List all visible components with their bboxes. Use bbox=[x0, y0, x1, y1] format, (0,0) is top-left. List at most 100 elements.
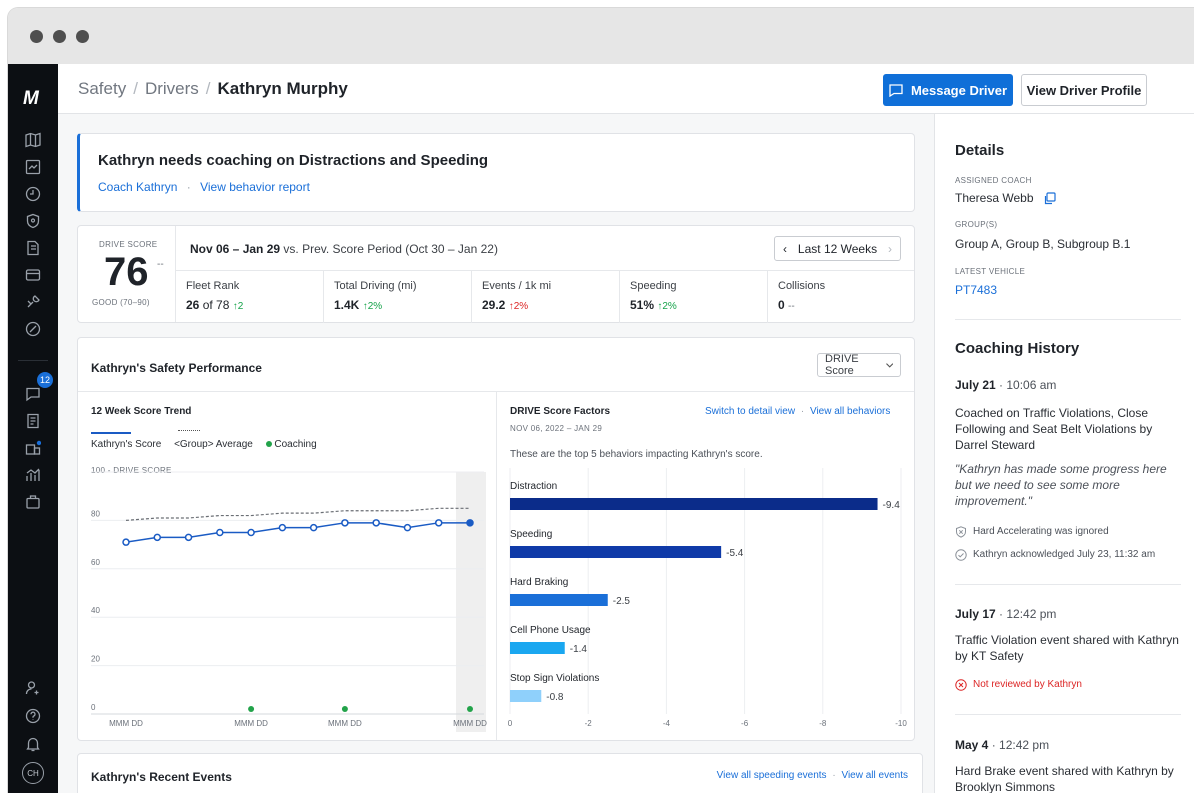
coach-kathryn-link[interactable]: Coach Kathryn bbox=[98, 180, 177, 194]
dashboard-icon[interactable] bbox=[8, 155, 58, 179]
latest-vehicle-link[interactable]: PT7483 bbox=[955, 283, 997, 297]
link-separator: · bbox=[186, 180, 191, 194]
factors-description: These are the top 5 behaviors impacting … bbox=[510, 449, 763, 460]
x-tick-label: MMM DD bbox=[234, 719, 268, 728]
card-icon[interactable] bbox=[8, 263, 58, 287]
drive-score-box: DRIVE SCORE 76 -- GOOD (70–90) bbox=[78, 226, 176, 322]
legend-average-line bbox=[178, 430, 200, 431]
history-status-not-reviewed: Not reviewed by Kathryn bbox=[973, 679, 1082, 690]
driver-score-point bbox=[341, 519, 349, 527]
history-entry-date: July 21 · 10:06 am bbox=[955, 378, 1056, 392]
drive-score-card: DRIVE SCORE 76 -- GOOD (70–90) Nov 06 – … bbox=[77, 225, 915, 323]
link-separator: · bbox=[832, 770, 836, 781]
tag-icon[interactable] bbox=[8, 317, 58, 341]
view-driver-profile-button[interactable]: View Driver Profile bbox=[1021, 74, 1147, 106]
y-tick-label: 40 bbox=[91, 606, 100, 615]
breadcrumb-drivers[interactable]: Drivers bbox=[145, 79, 199, 98]
metric-title: Total Driving (mi) bbox=[334, 280, 417, 292]
window-maximize-dot[interactable] bbox=[76, 30, 89, 43]
x-tick-label: MMM DD bbox=[453, 719, 487, 728]
history-date: July 21 bbox=[955, 378, 996, 392]
view-behavior-report-link[interactable]: View behavior report bbox=[200, 180, 310, 194]
notifications-icon[interactable] bbox=[8, 732, 58, 756]
history-note-ignored: Hard Accelerating was ignored bbox=[973, 526, 1109, 537]
help-icon[interactable] bbox=[8, 704, 58, 728]
view-speeding-events-link[interactable]: View all speeding events bbox=[717, 770, 827, 781]
history-entry-quote: "Kathryn has made some progress here but… bbox=[955, 462, 1167, 508]
bar-category-label: Distraction bbox=[510, 481, 557, 492]
highlight-week-band bbox=[456, 472, 486, 732]
view-all-events-link[interactable]: View all events bbox=[841, 770, 908, 781]
clock-icon[interactable] bbox=[8, 182, 58, 206]
x-tick-label: -8 bbox=[819, 719, 827, 728]
score-type-dropdown[interactable]: DRIVE Score bbox=[817, 353, 901, 377]
factor-bar bbox=[510, 498, 878, 510]
factors-date: NOV 06, 2022 – JAN 29 bbox=[510, 424, 603, 433]
user-settings-icon[interactable] bbox=[8, 676, 58, 700]
app-logo[interactable]: M bbox=[23, 88, 39, 110]
x-tick-label: -6 bbox=[741, 719, 749, 728]
bar-category-label: Stop Sign Violations bbox=[510, 673, 599, 684]
map-icon[interactable] bbox=[8, 128, 58, 152]
drive-score-delta: -- bbox=[157, 259, 164, 270]
x-tick-label: MMM DD bbox=[109, 719, 143, 728]
range-selector[interactable]: ‹ Last 12 Weeks › bbox=[774, 236, 901, 261]
app-window: M 12 CH Safety / Drivers / Kathryn Murphy Me… bbox=[8, 8, 1194, 793]
bar-value-label: -0.8 bbox=[546, 692, 564, 703]
group-average-line bbox=[125, 507, 470, 521]
x-tick-label: 0 bbox=[508, 719, 513, 728]
analytics-icon[interactable] bbox=[8, 463, 58, 487]
groups-value: Group A, Group B, Subgroup B.1 bbox=[955, 237, 1131, 251]
metric-collisions: Collisions 0 -- bbox=[768, 270, 914, 323]
factors-title: DRIVE Score Factors bbox=[510, 406, 611, 417]
breadcrumb-separator: / bbox=[133, 79, 138, 98]
tools-icon[interactable] bbox=[8, 290, 58, 314]
error-circle-icon bbox=[955, 679, 967, 691]
dropdown-value: DRIVE Score bbox=[825, 353, 859, 377]
avatar-initials: CH bbox=[22, 762, 44, 784]
fleet-icon[interactable] bbox=[8, 436, 58, 460]
messages-badge: 12 bbox=[37, 372, 53, 388]
x-tick-label: -4 bbox=[663, 719, 671, 728]
alert-title: Kathryn needs coaching on Distractions a… bbox=[98, 152, 489, 169]
coaching-history-title: Coaching History bbox=[955, 340, 1080, 357]
factor-bar bbox=[510, 642, 565, 654]
factor-bar bbox=[510, 690, 542, 702]
driver-score-point bbox=[434, 519, 443, 527]
view-all-behaviors-link[interactable]: View all behaviors bbox=[810, 406, 890, 417]
avatar[interactable]: CH bbox=[8, 761, 58, 785]
chevron-left-icon[interactable]: ‹ bbox=[783, 242, 787, 256]
window-close-dot[interactable] bbox=[30, 30, 43, 43]
bar-value-label: -1.4 bbox=[570, 644, 588, 655]
history-entry-date: July 17 · 12:42 pm bbox=[955, 607, 1056, 621]
history-entry-text: Coached on Traffic Violations, Close Fol… bbox=[955, 406, 1153, 452]
metric-value: 1.4K bbox=[334, 298, 360, 312]
bar-category-label: Cell Phone Usage bbox=[510, 625, 591, 636]
page-title: Kathryn Murphy bbox=[217, 79, 348, 98]
driver-score-line bbox=[125, 522, 470, 543]
driver-score-point bbox=[247, 528, 255, 537]
driver-score-point bbox=[278, 523, 287, 532]
score-period: Nov 06 – Jan 29 vs. Prev. Score Period (… bbox=[190, 242, 498, 256]
breadcrumb-safety[interactable]: Safety bbox=[78, 79, 126, 98]
safety-performance-card: Kathryn's Safety Performance DRIVE Score… bbox=[77, 337, 915, 741]
chevron-right-icon[interactable]: › bbox=[888, 242, 892, 256]
report-icon[interactable] bbox=[8, 409, 58, 433]
bar-value-label: -5.4 bbox=[726, 548, 744, 559]
documents-icon[interactable] bbox=[8, 236, 58, 260]
message-driver-button[interactable]: Message Driver bbox=[883, 74, 1013, 106]
score-period-dates: Nov 06 – Jan 29 bbox=[190, 242, 281, 256]
history-time: · 10:06 am bbox=[999, 378, 1057, 392]
briefcase-icon[interactable] bbox=[8, 490, 58, 514]
driver-score-point bbox=[309, 523, 318, 532]
shield-icon[interactable] bbox=[8, 209, 58, 233]
recent-events-card: Kathryn's Recent Events View all speedin… bbox=[77, 753, 923, 793]
legend-score-line bbox=[91, 432, 131, 434]
switch-detail-view-link[interactable]: Switch to detail view bbox=[705, 406, 795, 417]
coaching-point bbox=[467, 706, 473, 712]
window-minimize-dot[interactable] bbox=[53, 30, 66, 43]
sidebar: M 12 CH bbox=[8, 64, 58, 793]
copy-icon[interactable] bbox=[1043, 192, 1056, 205]
window-titlebar bbox=[8, 8, 1194, 64]
x-tick-label: -10 bbox=[895, 719, 907, 728]
